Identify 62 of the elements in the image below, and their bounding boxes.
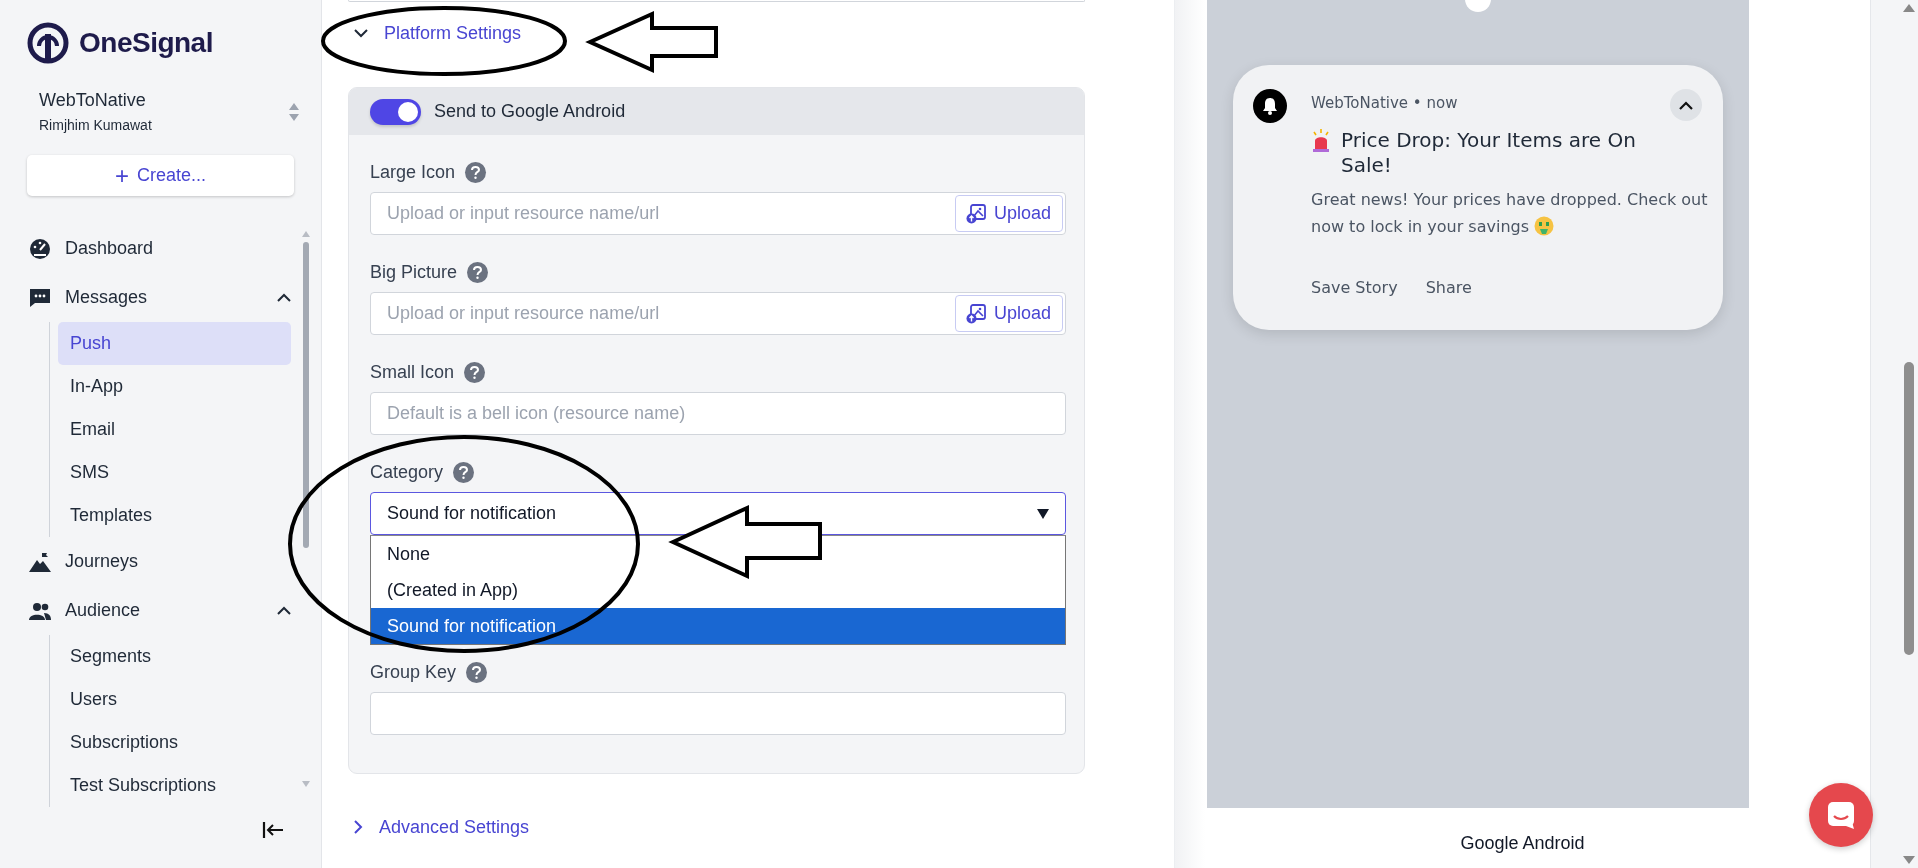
nav-item[interactable]: Journeys [65,551,291,572]
toggle-switch[interactable] [370,98,421,125]
collapse-sidebar-icon[interactable] [262,820,284,840]
platform-settings-toggle[interactable]: Platform Settings [348,20,1085,46]
nav-subitem[interactable]: Subscriptions [58,721,291,764]
user-name: Rimjhim Kumawat [39,117,152,133]
image-upload-icon [965,203,986,224]
money-face-icon [1534,216,1555,236]
nav-subitem[interactable]: Segments [58,635,291,678]
toggle-label: Send to Google Android [434,101,626,122]
nav-subitem[interactable]: Templates [58,494,291,537]
nav-subitem[interactable]: Push [58,322,291,365]
nav-subitem[interactable]: Test Subscriptions [58,764,291,807]
app-name[interactable]: WebToNative [39,90,152,111]
nav-subitem[interactable]: In-App [58,365,291,408]
chat-icon [29,287,51,308]
advanced-settings-toggle[interactable]: Advanced Settings [348,814,1085,840]
chevron-up-icon[interactable] [277,293,291,302]
field-label: Big Picture [370,261,458,283]
chevron-up-icon [1679,100,1693,110]
logo-icon [27,22,69,64]
help-icon[interactable] [466,661,488,683]
collapse-notification-button[interactable] [1670,89,1702,121]
field-label: Large Icon [370,161,456,183]
preview-platform-label: Google Android [1460,833,1585,854]
chevron-down-icon[interactable] [354,28,368,38]
nav-subitem[interactable]: Email [58,408,291,451]
mountain-flag-icon [29,551,51,572]
field-label: Small Icon [370,361,455,383]
notification-body: Great news! Your prices have dropped. Check out now to lock in your savings [1311,189,1709,238]
text-field[interactable]: Default is a bell icon (resource name) [370,392,1066,435]
notification-title: Price Drop: Your Items are On Sale! [1341,128,1637,178]
field-label: Category [370,461,444,483]
notification-action[interactable]: Share [1425,278,1472,297]
category-select[interactable]: Sound for notification [370,492,1066,535]
nav-subitem[interactable]: Users [58,678,291,721]
help-icon[interactable] [453,461,475,483]
help-icon[interactable] [465,161,487,183]
bell-icon [1253,89,1287,123]
nav-item[interactable]: Messages [65,287,263,308]
help-icon[interactable] [464,361,486,383]
dropdown-option[interactable]: Sound for notification [371,608,1065,644]
create-button[interactable]: + Create... [27,155,294,196]
notification-app: WebToNative • now [1311,94,1459,112]
chevron-up-icon[interactable] [277,606,291,615]
gauge-icon [29,237,51,260]
nav-item[interactable]: Dashboard [65,238,291,259]
chevron-right-icon [354,820,363,834]
siren-icon [1311,128,1331,152]
help-icon[interactable] [467,261,489,283]
people-icon [29,601,51,620]
notification-action[interactable]: Save Story [1311,278,1398,297]
dropdown-arrow-icon [1037,508,1049,519]
image-upload-icon [965,303,986,324]
nav-item[interactable]: Audience [65,600,263,621]
nav-subitem[interactable]: SMS [58,451,291,494]
text-field[interactable] [370,692,1066,735]
brand-name: OneSignal [79,27,213,59]
upload-button[interactable]: Upload [954,295,1063,332]
upload-button[interactable]: Upload [954,195,1063,232]
chat-icon [1826,800,1856,830]
field-label: Group Key [370,661,457,683]
